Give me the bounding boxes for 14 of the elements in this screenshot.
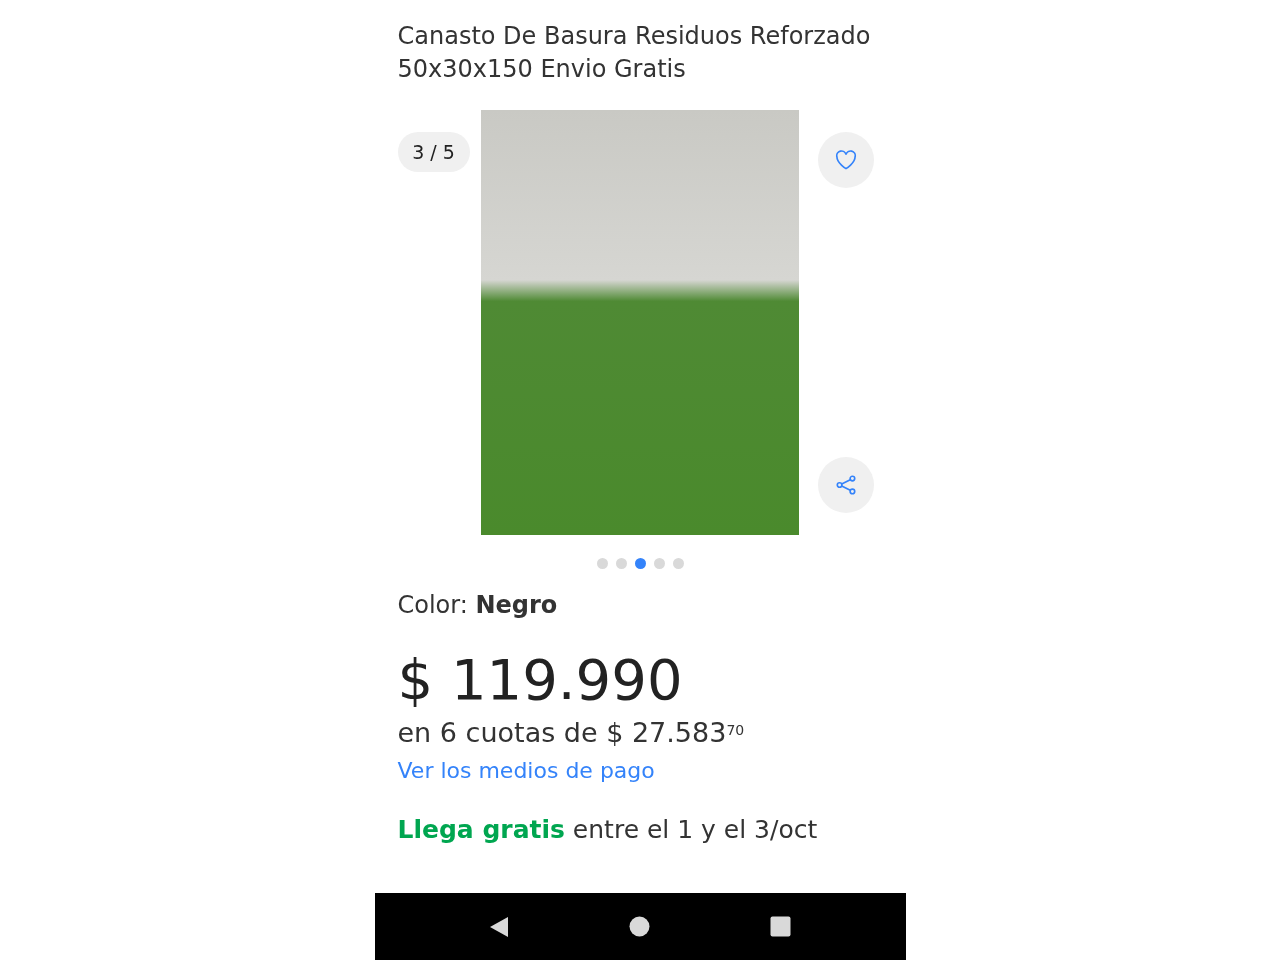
heart-icon [835,150,857,170]
shipping-text: Llega gratis entre el 1 y el 3/oct [397,814,819,846]
recents-icon[interactable] [770,916,791,937]
home-icon[interactable] [629,916,650,937]
color-label: Color: Negro [397,590,559,621]
price: $ 119.990 [397,647,684,713]
back-icon[interactable] [489,915,509,938]
product-title: Canasto De Basura Residuos Reforzado 50x30x150 Envio Gratis [397,21,872,85]
payment-methods-link[interactable]: Ver los medios de pago [397,755,883,787]
share-button[interactable] [818,457,874,513]
image-counter: 3 / 5 [397,132,470,172]
installments-text: en 6 cuotas de $ 27.583$^{70}$ [397,716,746,750]
share-icon [835,474,857,496]
favorite-button[interactable] [818,132,874,188]
